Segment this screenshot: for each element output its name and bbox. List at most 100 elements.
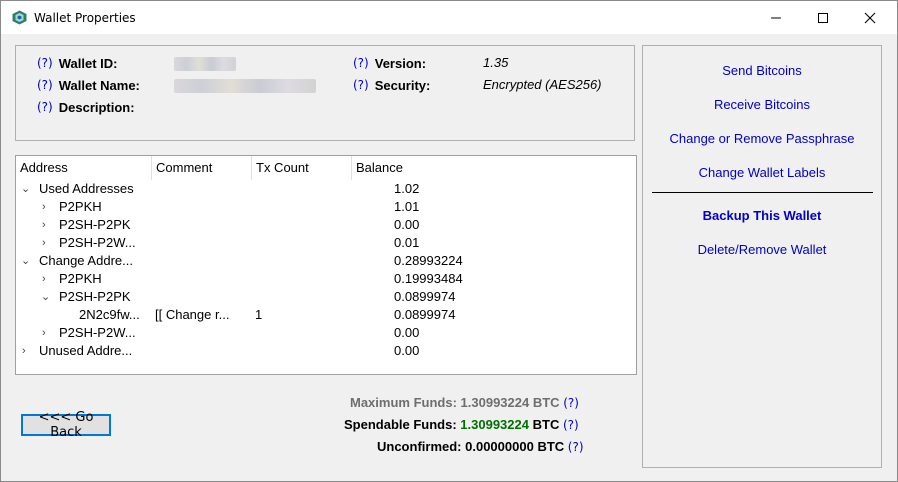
maximize-button[interactable] <box>800 1 846 34</box>
tree-row-address: P2PKH <box>59 199 102 214</box>
close-button[interactable] <box>847 1 893 34</box>
security-value: Encrypted (AES256) <box>483 77 602 92</box>
tree-row-balance: 0.00 <box>394 217 420 232</box>
security-help-link[interactable]: (?) <box>353 78 369 92</box>
spendable-funds-value: 1.30993224 <box>460 417 529 432</box>
tree-row-address: P2SH-P2PK <box>59 217 131 232</box>
column-header-balance[interactable]: Balance <box>352 156 636 180</box>
column-header-comment[interactable]: Comment <box>152 156 252 180</box>
tree-row[interactable]: ⌄ Change Addre... 0.28993224 <box>16 252 636 270</box>
wallet-name-row: (?) Wallet Name: <box>37 76 140 94</box>
minimize-button[interactable] <box>753 1 799 34</box>
tree-row-tx-count: 1 <box>255 307 263 322</box>
tree-row-balance: 0.01 <box>394 235 420 250</box>
description-help-link[interactable]: (?) <box>37 100 53 114</box>
security-row: (?) Security: <box>353 76 430 94</box>
wallet-id-label: Wallet ID: <box>58 55 118 71</box>
tree-row[interactable]: › P2SH-P2W... 0.00 <box>16 324 636 342</box>
tree-row[interactable]: › P2PKH 1.01 <box>16 198 636 216</box>
max-funds-help-link[interactable]: (?) <box>563 396 579 410</box>
max-funds-value: 1.30993224 <box>460 395 530 410</box>
chevron-right-icon[interactable]: › <box>42 270 52 288</box>
tree-row-address: 2N2c9fw... <box>79 307 140 322</box>
spendable-funds-row: Spendable Funds: 1.30993224 BTC (?) <box>344 417 579 435</box>
tree-row[interactable]: 2N2c9fw... [[ Change r... 1 0.0899974 <box>16 306 636 324</box>
chevron-right-icon[interactable]: › <box>42 216 52 234</box>
tree-row-balance: 0.00 <box>394 343 420 358</box>
send-bitcoins-link[interactable]: Send Bitcoins <box>643 63 881 78</box>
armory-logo-icon <box>12 10 27 25</box>
version-label: Version: <box>374 55 427 71</box>
tree-row-balance: 0.28993224 <box>394 253 463 268</box>
tree-row-balance: 1.01 <box>394 199 420 214</box>
tree-row-address: P2SH-P2PK <box>59 289 131 304</box>
spendable-funds-help-link[interactable]: (?) <box>563 418 579 432</box>
chevron-right-icon[interactable]: › <box>42 198 52 216</box>
tree-row[interactable]: ⌄ P2SH-P2PK 0.0899974 <box>16 288 636 306</box>
tree-row-address: P2SH-P2W... <box>59 325 136 340</box>
go-back-button[interactable]: <<< Go Back <box>21 410 111 440</box>
unconfirmed-value: 0.00000000 <box>465 439 534 454</box>
delete-wallet-link[interactable]: Delete/Remove Wallet <box>643 242 881 257</box>
actions-divider <box>652 192 873 193</box>
wallet-name-value-redacted <box>174 79 316 93</box>
address-tree-view[interactable]: Address Comment Tx Count Balance ⌄ Used … <box>15 155 637 375</box>
spendable-funds-unit: BTC <box>532 417 560 432</box>
chevron-down-icon[interactable]: ⌄ <box>21 180 31 198</box>
tree-header: Address Comment Tx Count Balance <box>16 156 636 180</box>
backup-wallet-link[interactable]: Backup This Wallet <box>643 208 881 223</box>
tree-row[interactable]: › P2SH-P2PK 0.00 <box>16 216 636 234</box>
wallet-info-panel: (?) Wallet ID: (?) Wallet Name: (?) Desc… <box>15 45 635 141</box>
tree-row-balance: 0.19993484 <box>394 271 463 286</box>
description-label: Description: <box>58 99 135 115</box>
tree-row[interactable]: › P2SH-P2W... 0.01 <box>16 234 636 252</box>
column-header-address[interactable]: Address <box>16 156 152 180</box>
close-icon <box>864 12 876 23</box>
unconfirmed-unit: BTC <box>537 439 565 454</box>
minimize-icon <box>771 17 781 18</box>
column-header-tx-count[interactable]: Tx Count <box>252 156 352 180</box>
tree-row[interactable]: › P2PKH 0.19993484 <box>16 270 636 288</box>
receive-bitcoins-link[interactable]: Receive Bitcoins <box>643 97 881 112</box>
chevron-right-icon[interactable]: › <box>22 342 32 360</box>
max-funds-row: Maximum Funds: 1.30993224 BTC (?) <box>350 395 579 413</box>
chevron-right-icon[interactable]: › <box>42 234 52 252</box>
change-wallet-labels-link[interactable]: Change Wallet Labels <box>643 165 881 180</box>
title-bar[interactable]: Wallet Properties <box>1 1 897 34</box>
chevron-right-icon[interactable]: › <box>42 324 52 342</box>
window-title: Wallet Properties <box>34 11 136 25</box>
spendable-funds-label: Spendable Funds: <box>344 417 457 432</box>
wallet-name-label: Wallet Name: <box>58 77 140 93</box>
security-label: Security: <box>374 77 431 93</box>
chevron-down-icon[interactable]: ⌄ <box>41 288 51 306</box>
max-funds-label: Maximum Funds: <box>350 395 457 410</box>
version-value: 1.35 <box>483 55 509 70</box>
wallet-name-help-link[interactable]: (?) <box>37 78 53 92</box>
version-help-link[interactable]: (?) <box>353 56 369 70</box>
unconfirmed-funds-row: Unconfirmed: 0.00000000 BTC (?) <box>377 439 584 457</box>
tree-row-balance: 0.00 <box>394 325 420 340</box>
tree-row-address: Change Addre... <box>39 253 133 268</box>
version-row: (?) Version: <box>353 54 426 72</box>
tree-row[interactable]: › Unused Addre... 0.00 <box>16 342 636 360</box>
description-row: (?) Description: <box>37 98 135 116</box>
tree-row-address: P2SH-P2W... <box>59 235 136 250</box>
max-funds-unit: BTC <box>532 395 560 410</box>
wallet-id-row: (?) Wallet ID: <box>37 54 117 72</box>
wallet-properties-window: Wallet Properties (?) Wallet ID: (?) Wal… <box>0 0 898 482</box>
tree-row[interactable]: ⌄ Used Addresses 1.02 <box>16 180 636 198</box>
chevron-down-icon[interactable]: ⌄ <box>21 252 31 270</box>
tree-row-address: P2PKH <box>59 271 102 286</box>
tree-row-comment: [[ Change r... <box>155 307 230 322</box>
change-passphrase-link[interactable]: Change or Remove Passphrase <box>643 131 881 146</box>
wallet-id-value-redacted <box>174 57 236 71</box>
tree-row-balance: 1.02 <box>394 181 420 196</box>
unconfirmed-help-link[interactable]: (?) <box>568 440 584 454</box>
wallet-id-help-link[interactable]: (?) <box>37 56 53 70</box>
maximize-icon <box>818 12 828 23</box>
tree-row-address: Unused Addre... <box>39 343 133 358</box>
tree-row-balance: 0.0899974 <box>394 289 456 304</box>
tree-row-address: Used Addresses <box>39 181 134 196</box>
tree-row-balance: 0.0899974 <box>394 307 456 322</box>
wallet-actions-panel: Send Bitcoins Receive Bitcoins Change or… <box>642 45 882 468</box>
